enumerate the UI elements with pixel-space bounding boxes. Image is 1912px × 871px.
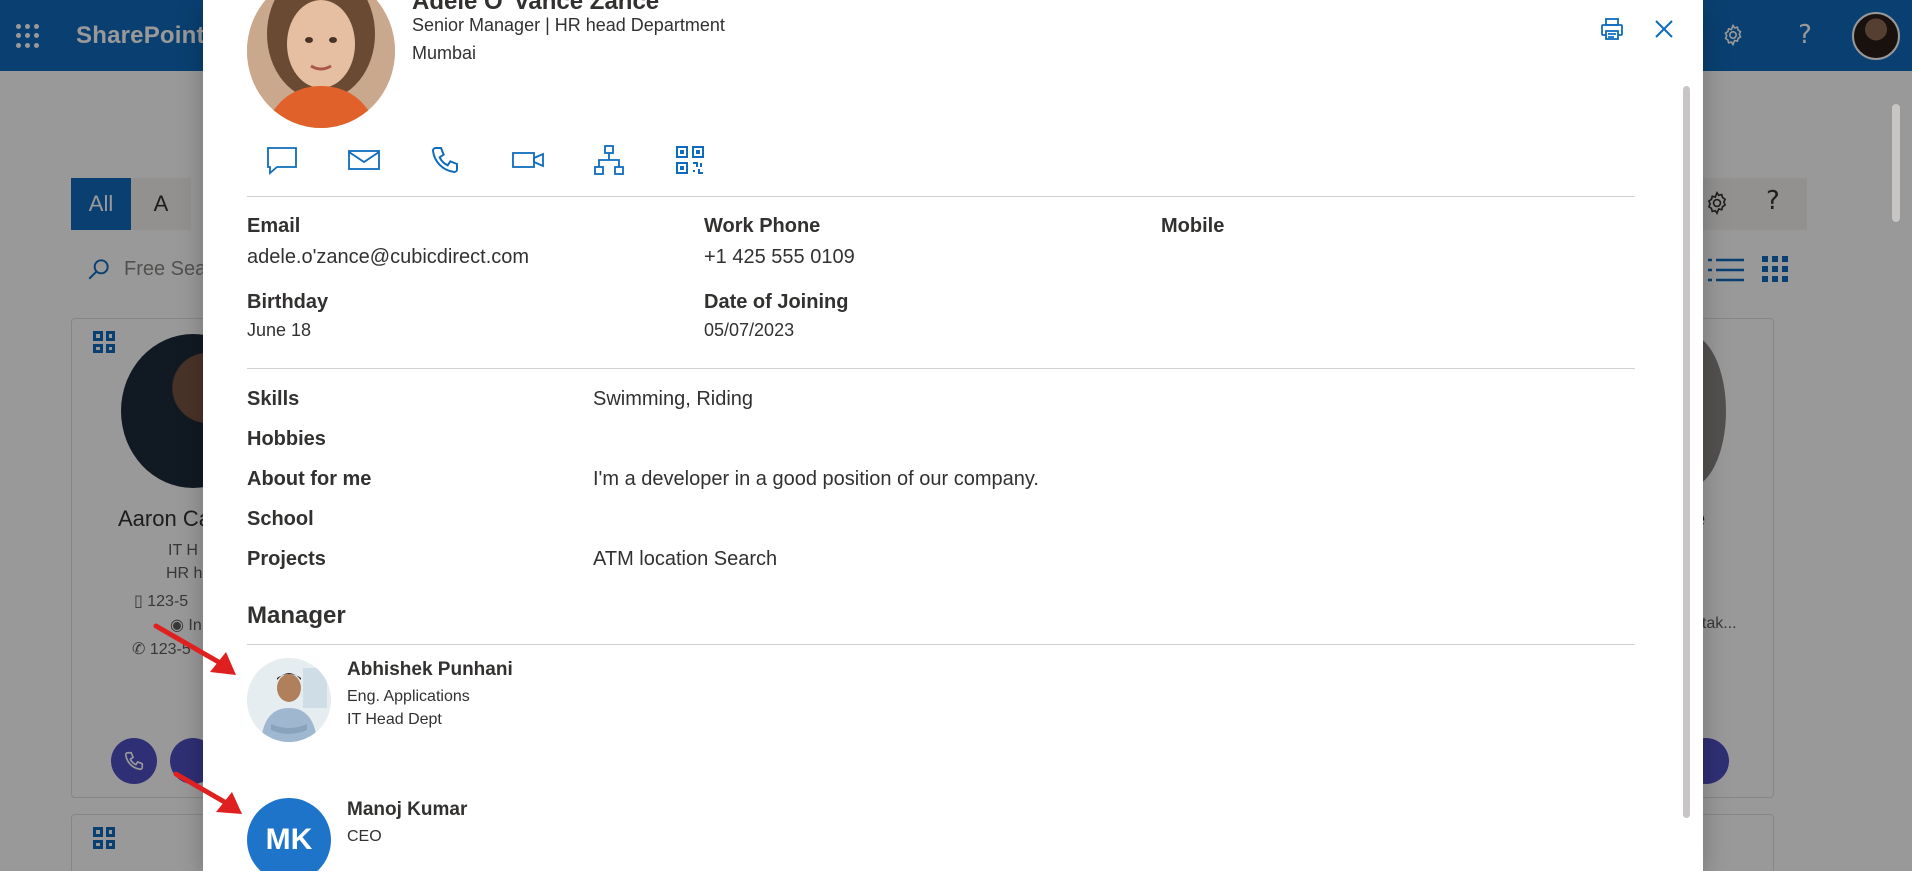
profile-location: Mumbai — [412, 43, 477, 63]
email-value[interactable]: adele.o'zance@cubicdirect.com — [247, 246, 529, 269]
dialog-scrollbar-thumb[interactable] — [1683, 86, 1690, 818]
manager-initials-avatar[interactable]: MK — [247, 798, 331, 871]
page-scrollbar[interactable] — [1892, 104, 1900, 222]
print-icon — [1601, 18, 1623, 40]
manager-role: Eng. Applications — [347, 688, 470, 705]
phone-icon — [431, 147, 458, 174]
chat-icon — [267, 147, 297, 175]
birthday-label: Birthday — [247, 291, 329, 313]
qr-code-button[interactable] — [675, 142, 757, 178]
profile-title: Senior Manager | HR head Department — [412, 15, 725, 35]
joining-date-label: Date of Joining — [704, 291, 849, 313]
hobbies-label: Hobbies — [247, 428, 326, 450]
email-label: Email — [247, 215, 301, 237]
profile-photo — [247, 0, 395, 128]
manager-photo[interactable] — [247, 658, 331, 742]
manager-dept: IT Head Dept — [347, 711, 442, 728]
about-label: About for me — [247, 468, 372, 490]
manager-name[interactable]: Abhishek Punhani — [347, 659, 513, 681]
video-call-button[interactable] — [511, 142, 593, 178]
contact-actions — [265, 142, 757, 178]
annotation-arrow-icon — [173, 771, 242, 814]
org-chart-button[interactable] — [593, 142, 675, 178]
print-button[interactable] — [1597, 14, 1627, 44]
org-chart-icon — [594, 145, 624, 175]
mail-button[interactable] — [347, 142, 429, 178]
skills-label: Skills — [247, 388, 300, 410]
manager-role: CEO — [347, 828, 382, 845]
mobile-label: Mobile — [1161, 215, 1225, 237]
school-label: School — [247, 508, 314, 530]
birthday-value: June 18 — [247, 320, 312, 340]
projects-label: Projects — [247, 548, 326, 570]
skills-value: Swimming, Riding — [593, 388, 754, 410]
close-icon — [1655, 20, 1673, 38]
divider — [247, 368, 1635, 369]
profile-dialog: Adele O' vance Zance Senior Manager | HR… — [203, 0, 1703, 871]
about-value: I'm a developer in a good position of ou… — [593, 468, 1039, 490]
work-phone-label: Work Phone — [704, 215, 821, 237]
chat-button[interactable] — [265, 142, 347, 178]
divider — [247, 196, 1635, 197]
projects-value: ATM location Search — [593, 548, 778, 570]
manager-name[interactable]: Manoj Kumar — [347, 799, 467, 821]
close-button[interactable] — [1649, 14, 1679, 44]
joining-date-value: 05/07/2023 — [704, 320, 795, 340]
call-button[interactable] — [429, 142, 511, 178]
mail-icon — [348, 150, 380, 170]
divider — [247, 644, 1635, 645]
work-phone-value[interactable]: +1 425 555 0109 — [704, 246, 855, 269]
manager-section-title: Manager — [247, 602, 346, 629]
profile-name: Adele O' vance Zance — [412, 0, 660, 15]
annotation-arrow-icon — [153, 623, 236, 675]
qr-code-icon — [676, 146, 704, 174]
video-icon — [512, 152, 544, 168]
